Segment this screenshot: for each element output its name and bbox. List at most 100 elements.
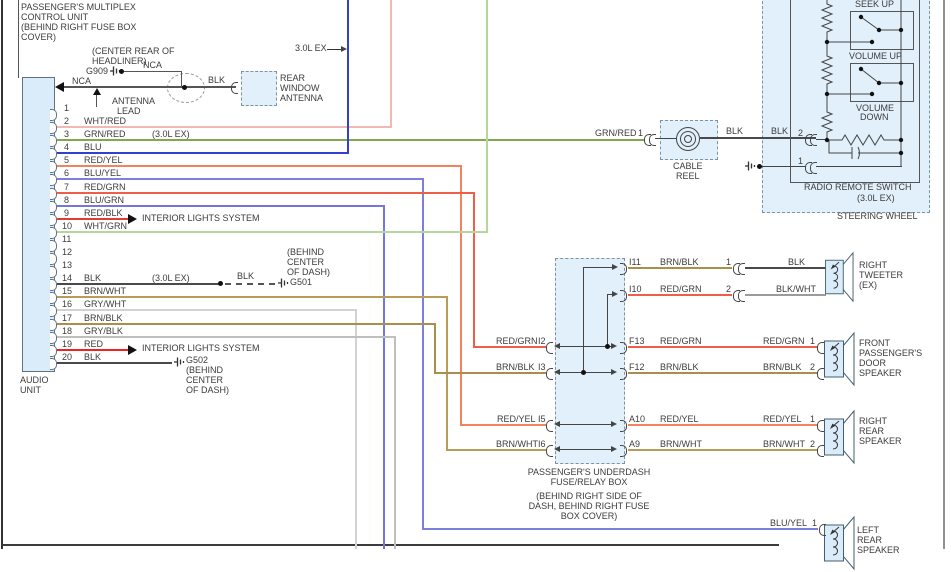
pin-number: 3: [64, 129, 70, 139]
wire-label: BRN/BLK: [660, 362, 699, 372]
ex-tag: 3.0L EX: [295, 43, 327, 53]
fuse-left-bracket: [546, 368, 553, 380]
cable-reel-label1: CABLE: [673, 161, 703, 171]
antenna-connector-bracket: [231, 82, 238, 94]
pin-number: 20: [62, 352, 73, 362]
wire-gry-wht: [57, 309, 357, 311]
reel-blk-label: BLK: [726, 126, 744, 136]
pin-bump-14: [50, 279, 57, 291]
wire-red-grn: [628, 294, 732, 296]
wire-brn-blk: [434, 372, 546, 374]
pin-wire-label: BLU: [84, 142, 102, 152]
wire-label: BRN/WHT: [660, 439, 702, 449]
nca-upper-label: NCA: [143, 60, 163, 70]
headliner-note-line1: (CENTER REAR OF: [92, 46, 175, 56]
left-rear-speaker-label2: REAR: [857, 535, 883, 545]
g501-ground-icon: [278, 278, 289, 288]
speaker-connector-bracket: [817, 420, 824, 432]
right-rear-speaker-label2: REAR: [859, 426, 885, 436]
fuse-left-pin-label: I2: [538, 336, 546, 346]
pin-wire-label: BLU/GRN: [84, 195, 125, 205]
wire-blu-yel: [422, 528, 818, 530]
fuse-left-wire-label: RED/GRN: [496, 336, 538, 346]
connector-pin-number: 1: [810, 336, 816, 346]
right-tweeter-label3: (EX): [859, 280, 877, 290]
wire-label: RED/YEL: [763, 414, 802, 424]
speaker-connector-bracket: [819, 524, 826, 536]
antenna-lead-label-line2: LEAD: [117, 106, 141, 116]
g909-junction-dot: [119, 69, 124, 74]
pin-wire-note: (3.0L EX): [152, 129, 190, 139]
wire-red-yel: [57, 165, 462, 167]
pin-wire-label: WHT/RED: [84, 116, 126, 126]
wire-red-blk: [57, 218, 129, 220]
fuse-right-bracket: [620, 445, 627, 457]
speaker-connector-bracket: [817, 342, 824, 354]
pin-bump-16: [50, 305, 57, 317]
fuse-left-pin-label: I3: [538, 362, 546, 372]
capacitor-branch: [828, 140, 902, 167]
pin-wire-label: WHT/GRN: [84, 221, 127, 231]
pin-bump-4: [50, 148, 57, 160]
wire-brn-wht: [446, 449, 546, 451]
wire-brn-blk: [57, 323, 436, 325]
pin-bump-10: [50, 227, 57, 239]
pin-bump-9: [50, 214, 57, 226]
fuse-branch-line: [583, 268, 584, 373]
door-speaker-label3: DOOR: [859, 358, 886, 368]
g501-note-line2: CENTER: [287, 257, 325, 267]
fuse-caption-line5: BOX COVER): [560, 511, 618, 521]
wire-wht-grn: [57, 231, 488, 233]
wire-wht-red: [390, 0, 392, 127]
fuse-arrowhead: [554, 446, 560, 452]
right-rear-speaker-label3: SPEAKER: [859, 436, 902, 446]
wire-label: RED/YEL: [660, 414, 699, 424]
wire-label: BLU/YEL: [770, 518, 808, 528]
wire-red-yel: [628, 424, 818, 426]
ex-tag-arrowhead: [341, 46, 347, 52]
interior-lights-arrow: [128, 345, 137, 355]
pin-bump-20: [50, 358, 57, 370]
fuse-caption-line4: DASH, BEHIND RIGHT FUSE: [528, 501, 650, 511]
antenna-lead-label-line1: ANTENNA: [112, 96, 156, 106]
pin-bump-2: [50, 122, 57, 134]
pin-number: 4: [64, 142, 70, 152]
pin-bump-15: [50, 292, 57, 304]
fuse-left-wire-label: BRN/BLK: [496, 362, 535, 372]
g501-splice-dot: [218, 281, 223, 286]
wire-brn-wht: [628, 449, 818, 451]
pin-number: 12: [62, 247, 73, 257]
pin-bump-19: [50, 345, 57, 357]
pin-bump-8: [50, 201, 57, 213]
rear-window-antenna-label3: ANTENNA: [280, 93, 324, 103]
wire-blk: [745, 267, 826, 269]
fuse-caption-line2: FUSE/RELAY BOX: [550, 477, 628, 487]
fuse-left-pin-label: I5: [538, 414, 546, 424]
steering-ground-icon: [745, 161, 756, 171]
switch-pin1-bracket: [810, 162, 817, 174]
pin-wire-label: BLU/YEL: [84, 168, 122, 178]
pin-bump-11: [50, 240, 57, 252]
pin-number: 5: [64, 155, 70, 165]
antenna-lead-pointer-arrow: [93, 88, 101, 95]
pin-number: 7: [64, 182, 70, 192]
switch-arms: [860, 16, 901, 84]
pin-bump-5: [50, 161, 57, 173]
switch-blk-label: BLK: [771, 126, 789, 136]
audio-unit-label1: AUDIO: [20, 375, 49, 385]
pin-bump-17: [50, 319, 57, 331]
cable-reel-wire-label: GRN/RED: [595, 128, 637, 138]
pin-wire-label: RED/GRN: [84, 182, 126, 192]
radio-remote-switch-subtitle: (3.0L EX): [857, 193, 895, 203]
antenna-lead-arrowhead: [55, 82, 64, 92]
cable-reel-connector-bracket: [649, 134, 656, 146]
fuse-internal-link: [560, 372, 612, 373]
fuse-arrowhead: [611, 421, 617, 427]
wire-blu-grn: [57, 205, 385, 207]
fuse-relay-box: [555, 258, 625, 464]
fuse-pin-label: I10: [629, 284, 642, 294]
wire-label: RED/GRN: [763, 336, 805, 346]
fuse-pin-label: A9: [629, 439, 641, 449]
right-tweeter-label2: TWEETER: [859, 270, 903, 280]
pin-wire-label: BRN/WHT: [84, 286, 126, 296]
